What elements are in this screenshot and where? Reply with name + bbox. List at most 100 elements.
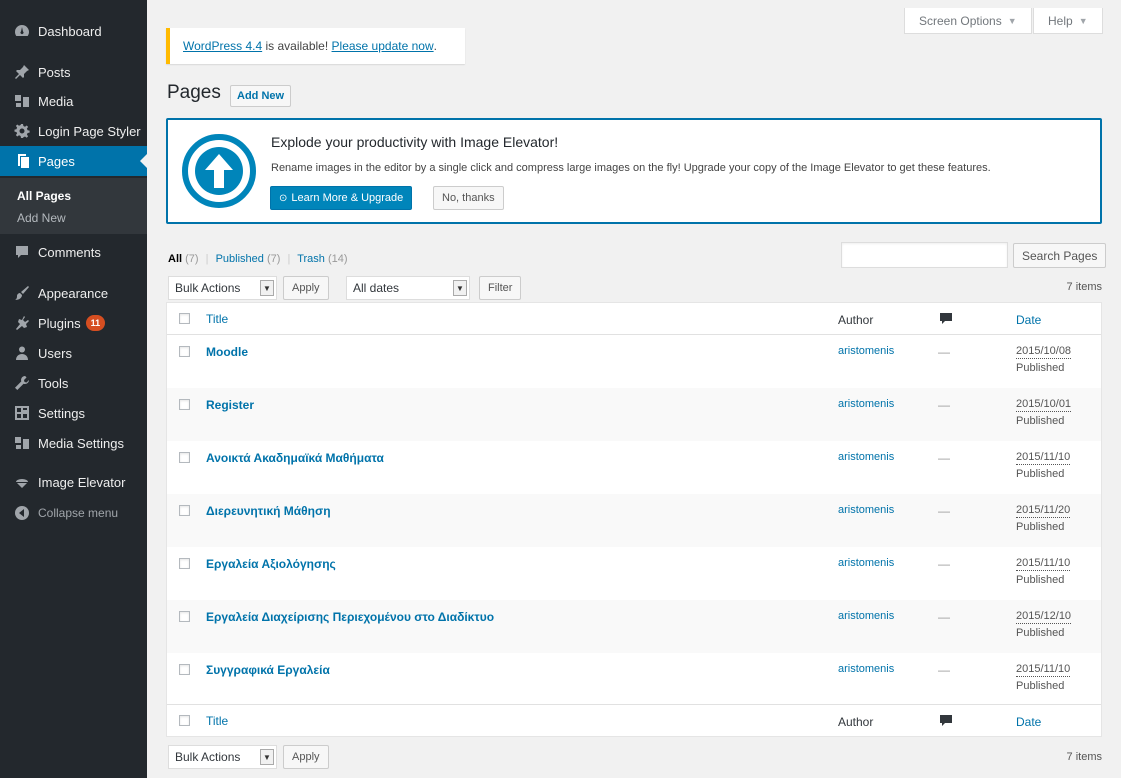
page-title-link[interactable]: Register <box>206 398 254 412</box>
author-link[interactable]: aristomenis <box>838 663 894 675</box>
author-link[interactable]: aristomenis <box>838 345 894 357</box>
no-thanks-button[interactable]: No, thanks <box>433 186 504 210</box>
help-button[interactable]: Help ▼ <box>1033 8 1103 34</box>
row-checkbox[interactable] <box>179 558 190 569</box>
view-trash-link[interactable]: Trash <box>297 253 325 265</box>
sidebar-item-appearance[interactable]: Appearance <box>0 278 147 308</box>
sidebar-item-label: Media Settings <box>38 435 124 451</box>
column-title[interactable]: Title <box>206 312 228 326</box>
page-title-link[interactable]: Moodle <box>206 345 248 359</box>
row-checkbox[interactable] <box>179 346 190 357</box>
row-checkbox[interactable] <box>179 505 190 516</box>
items-count: 7 items <box>1066 281 1102 293</box>
author-link[interactable]: aristomenis <box>838 504 894 516</box>
column-date[interactable]: Date <box>1016 313 1041 327</box>
author-link[interactable]: aristomenis <box>838 610 894 622</box>
sidebar-item-label: Plugins <box>38 315 81 331</box>
update-now-link[interactable]: Please update now <box>332 39 434 53</box>
separator: | <box>287 253 291 265</box>
select-all-checkbox[interactable] <box>179 715 190 726</box>
settings-icon <box>12 403 32 423</box>
sidebar-item-tools[interactable]: Tools <box>0 368 147 398</box>
media-icon <box>12 91 32 111</box>
screen-options-button[interactable]: Screen Options ▼ <box>904 8 1032 34</box>
sidebar-item-media[interactable]: Media <box>0 86 147 116</box>
row-checkbox[interactable] <box>179 399 190 410</box>
promo-title: Explode your productivity with Image Ele… <box>271 134 559 150</box>
add-new-page-button[interactable]: Add New <box>230 85 292 107</box>
apply-button[interactable]: Apply <box>283 276 329 300</box>
date-filter-value: All dates <box>353 281 400 295</box>
page-title-link[interactable]: Διερευνητική Μάθηση <box>206 504 331 518</box>
page-title-link[interactable]: Εργαλεία Αξιολόγησης <box>206 557 336 571</box>
table-header: Title Author Date <box>167 303 1101 335</box>
page-date: 2015/10/01 <box>1016 398 1072 412</box>
bulk-actions-select[interactable]: Bulk Actions ▼ <box>168 276 277 300</box>
sidebar-item-image-elevator[interactable]: Image Elevator <box>0 467 147 497</box>
view-published-link[interactable]: Published <box>216 253 264 265</box>
page-status: Published <box>1016 521 1065 533</box>
collapse-menu-button[interactable]: Collapse menu <box>0 498 147 528</box>
column-date[interactable]: Date <box>1016 715 1041 729</box>
comments-count: — <box>938 610 950 624</box>
view-all-link[interactable]: All <box>168 253 182 265</box>
comments-count: — <box>938 504 950 518</box>
view-published-count: (7) <box>266 253 281 265</box>
wordpress-version-link[interactable]: WordPress 4.4 <box>183 39 262 53</box>
author-link[interactable]: aristomenis <box>838 451 894 463</box>
sidebar-item-label: Tools <box>38 375 69 391</box>
sidebar-item-settings[interactable]: Settings <box>0 398 147 428</box>
page-title-link[interactable]: Ανοικτά Ακαδημαϊκά Μαθήματα <box>206 451 384 465</box>
bulk-actions-select-bottom[interactable]: Bulk Actions ▼ <box>168 745 277 769</box>
upload-arrow-icon <box>182 134 256 208</box>
image-elevator-promo: Explode your productivity with Image Ele… <box>166 118 1102 224</box>
page-title-link[interactable]: Συγγραφικά Εργαλεία <box>206 663 330 677</box>
view-trash-count: (14) <box>327 253 348 265</box>
author-link[interactable]: aristomenis <box>838 557 894 569</box>
row-checkbox[interactable] <box>179 611 190 622</box>
promo-text: Rename images in the editor by a single … <box>271 162 991 174</box>
sidebar-item-label: Image Elevator <box>38 474 126 490</box>
select-all-checkbox[interactable] <box>179 313 190 324</box>
bulk-actions-value: Bulk Actions <box>175 281 241 295</box>
learn-more-label: Learn More & Upgrade <box>291 192 404 204</box>
notice-end: . <box>433 39 437 53</box>
date-filter-select[interactable]: All dates ▼ <box>346 276 470 300</box>
comment-bubble-icon[interactable] <box>939 714 953 731</box>
comment-bubble-icon[interactable] <box>939 312 953 329</box>
sidebar-item-dashboard[interactable]: Dashboard <box>0 16 147 46</box>
row-checkbox[interactable] <box>179 664 190 675</box>
sidebar-item-media-settings[interactable]: Media Settings <box>0 428 147 458</box>
sidebar-item-login-page-styler[interactable]: Login Page Styler <box>0 116 147 146</box>
search-pages-input[interactable] <box>841 242 1008 268</box>
row-checkbox[interactable] <box>179 452 190 463</box>
table-row: Ανοικτά Ακαδημαϊκά Μαθήματα aristomenis — 2… <box>167 441 1101 494</box>
page-date: 2015/12/10 <box>1016 610 1072 624</box>
submenu-add-new[interactable]: Add New <box>17 211 66 225</box>
table-row: Εργαλεία Αξιολόγησης aristomenis — 2015/11/… <box>167 547 1101 600</box>
submenu-all-pages[interactable]: All Pages <box>17 189 71 203</box>
users-icon <box>12 343 32 363</box>
sidebar-item-posts[interactable]: Posts <box>0 57 147 87</box>
sidebar-item-users[interactable]: Users <box>0 338 147 368</box>
sidebar-item-label: Pages <box>38 153 75 169</box>
search-pages-button[interactable]: Search Pages <box>1013 243 1107 268</box>
sidebar-item-label: Posts <box>38 64 71 80</box>
pages-table: Title Author Date Moodle aristomenis — 2015… <box>166 302 1102 737</box>
filter-button[interactable]: Filter <box>479 276 522 300</box>
author-link[interactable]: aristomenis <box>838 398 894 410</box>
page-title-link[interactable]: Εργαλεία Διαχείρισης Περιεχομένου στο Δι… <box>206 610 494 624</box>
sidebar-item-comments[interactable]: Comments <box>0 237 147 267</box>
sidebar-item-pages[interactable]: Pages <box>0 146 147 176</box>
column-title[interactable]: Title <box>206 714 228 728</box>
table-row: Συγγραφικά Εργαλεία aristomenis — 2015/11/1… <box>167 653 1101 706</box>
apply-button-bottom[interactable]: Apply <box>283 745 329 769</box>
notice-text: is available! <box>262 39 332 53</box>
sidebar-item-plugins[interactable]: Plugins 11 <box>0 308 147 338</box>
plugins-update-badge: 11 <box>85 315 106 331</box>
sidebar-item-label: Login Page Styler <box>38 123 141 139</box>
dropdown-arrow-icon: ▼ <box>453 280 467 296</box>
bulk-actions-value: Bulk Actions <box>175 750 241 764</box>
elevator-icon <box>12 472 32 492</box>
learn-more-upgrade-button[interactable]: ⊙ Learn More & Upgrade <box>270 186 413 210</box>
